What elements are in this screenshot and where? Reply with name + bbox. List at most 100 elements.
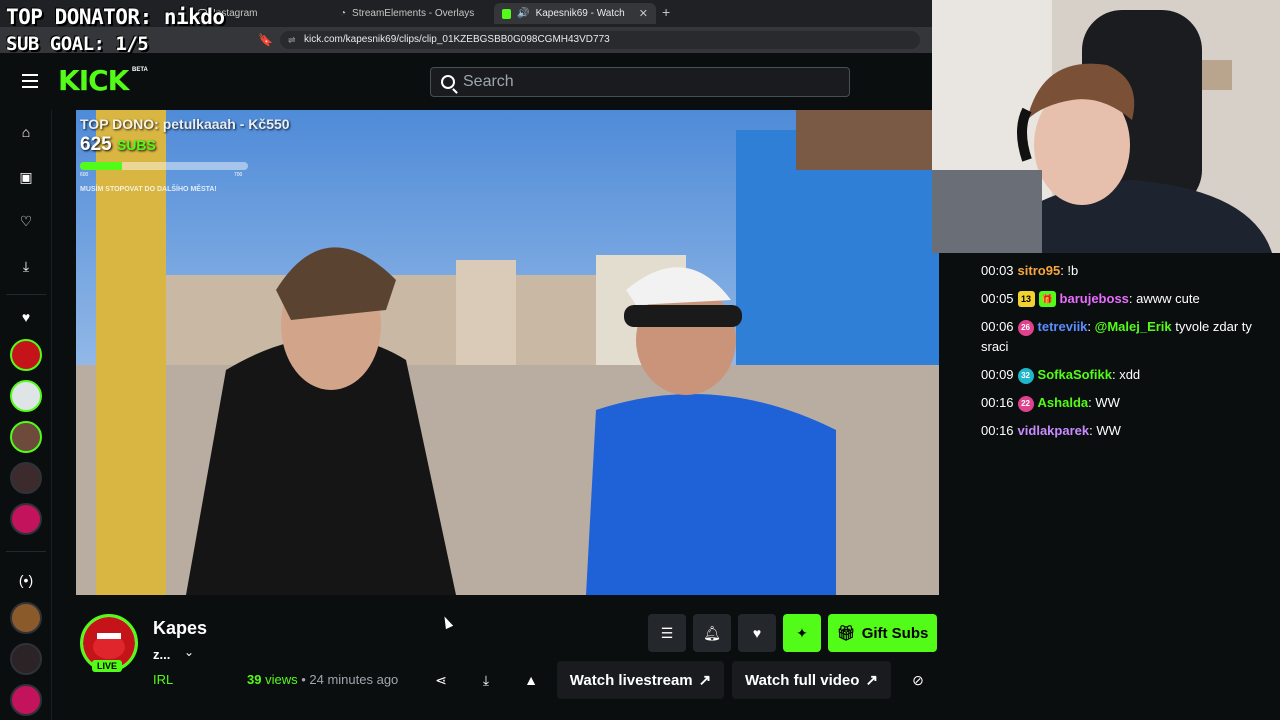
clip-title: z... (153, 647, 171, 662)
heart-icon: ♥ (21, 309, 31, 325)
gift-subs-button[interactable]: 🎁︎ Gift Subs (828, 614, 937, 652)
tab-label: StreamElements - Overlays (352, 8, 475, 19)
progress-min-label: 600 (80, 172, 89, 178)
video-player[interactable]: TOP DONO: petulkaaah - Kč550 625 SUBS 60… (76, 110, 939, 595)
heart-icon: ♥ (752, 625, 762, 641)
chat-text: awww cute (1136, 291, 1200, 306)
chevron-down-icon[interactable]: ⌄ (184, 645, 194, 659)
recommended-channel-avatar[interactable] (10, 602, 42, 634)
live-icon: (•) (18, 572, 34, 588)
followed-channel-avatar[interactable] (10, 503, 42, 535)
recommended-channel-avatar[interactable] (10, 684, 42, 716)
subs-count: 625 (80, 134, 112, 155)
chat-text: !b (1067, 263, 1079, 278)
download-icon[interactable]: ⤓ (474, 668, 498, 692)
chat-timestamp: 00:06 (981, 319, 1014, 334)
clips-icon[interactable]: ⤓ (17, 257, 35, 275)
chat-messages: 00:03 sitro95: !b 00:05 13 🎁 barujeboss: awww… (963, 257, 1280, 445)
channel-name[interactable]: Kapes (153, 618, 207, 639)
kick-header: KICK BETA Search (0, 53, 932, 110)
subs-counter-overlay: 625 SUBS (80, 134, 156, 156)
bookmark-icon[interactable]: 🔖 (258, 33, 273, 47)
top-donator-overlay: TOP DONATOR: nikdo (6, 5, 225, 29)
chat-timestamp: 00:09 (981, 367, 1014, 382)
browse-icon[interactable]: ▣ (17, 168, 35, 186)
progress-max-label: 700 (234, 172, 243, 178)
chat-badge: 32 (1017, 368, 1034, 384)
watch-full-video-button[interactable]: Watch full video ↗ (732, 661, 891, 699)
share-icon[interactable]: ⋖ (429, 668, 453, 692)
recommended-channel-avatar[interactable] (10, 643, 42, 675)
stream-note-overlay: MUSÍM STOPOVAT DO DALŠÍHO MĚSTA! (80, 186, 217, 193)
home-icon[interactable]: ⌂ (17, 123, 35, 141)
search-input[interactable]: Search (430, 67, 850, 97)
tab-kapesnik69[interactable]: 🔊 Kapesnik69 - Watch clips on ✕ (494, 3, 656, 24)
category-link[interactable]: IRL (153, 672, 173, 687)
search-placeholder: Search (463, 73, 514, 90)
chat-message: 00:03 sitro95: !b (981, 263, 1079, 278)
kick-logo[interactable]: KICK (58, 64, 129, 97)
chat-badge: 🎁 (1038, 291, 1056, 307)
chat-username[interactable]: SofkaSofikk (1038, 367, 1112, 382)
chat-username[interactable]: barujeboss (1060, 291, 1129, 306)
chat-panel: 00:03 sitro95: !b 00:05 13 🎁 barujeboss: awww… (963, 253, 1280, 720)
menu-icon[interactable] (22, 74, 38, 88)
list-icon: ☰ (660, 624, 674, 641)
report-icon[interactable]: ▲ (519, 668, 543, 692)
external-link-icon: ↗ (698, 672, 712, 689)
views-label: views (265, 672, 298, 687)
tab-streamelements[interactable]: ◔ StreamElements - Overlays (332, 3, 482, 24)
chat-toggle-button[interactable]: ☰ (648, 614, 686, 652)
chat-badge: 26 (1017, 320, 1034, 336)
sub-goal-overlay: SUB GOAL: 1/5 (6, 33, 149, 55)
chat-username[interactable]: sitro95 (1018, 263, 1061, 278)
followed-channel-avatar[interactable] (10, 339, 42, 371)
chat-text: WW (1095, 395, 1120, 410)
watch-livestream-button[interactable]: Watch livestream ↗ (557, 661, 724, 699)
chat-message: 00:05 13 🎁 barujeboss: awww cute (981, 291, 1200, 307)
gift-icon: 🎁︎ (836, 625, 856, 642)
close-icon[interactable]: ✕ (639, 7, 648, 20)
watch-full-label: Watch full video (744, 671, 860, 689)
mouse-cursor (440, 614, 454, 630)
site-info-icon[interactable]: ⇌ (288, 31, 296, 49)
chat-timestamp: 00:03 (981, 263, 1014, 278)
chat-username[interactable]: Ashalda (1038, 395, 1089, 410)
chat-message: 00:09 32 SofkaSofikk: xdd (981, 367, 1141, 384)
chat-username[interactable]: tetreviik (1038, 319, 1088, 334)
url-text: kick.com/kapesnik69/clips/clip_01KZEBGSB… (304, 34, 610, 45)
external-link-icon: ↗ (865, 672, 879, 689)
sparkle-icon: ✦ (796, 624, 808, 641)
tab-label: Kapesnik69 - Watch clips on (535, 8, 627, 19)
screen: Instagram ◔ StreamElements - Overlays 🔊 … (0, 0, 1280, 720)
followed-channel-avatar[interactable] (10, 421, 42, 453)
streamelements-icon: ◔ (340, 8, 347, 19)
subs-label: SUBS (116, 137, 156, 153)
left-sidebar: ⌂ ▣ ♡ ⤓ ♥ (•) (0, 110, 52, 720)
views-count: 39 (247, 672, 262, 687)
chat-username[interactable]: vidlakparek (1018, 423, 1090, 438)
watch-livestream-label: Watch livestream (569, 671, 693, 689)
boost-button[interactable]: ✦ (783, 614, 821, 652)
followed-channel-avatar[interactable] (10, 380, 42, 412)
notifications-button[interactable]: 🔔︎ (693, 614, 731, 652)
top-dono-overlay: TOP DONO: petulkaaah - Kč550 (80, 116, 290, 132)
gift-subs-label: Gift Subs (861, 624, 929, 642)
hide-icon[interactable]: ⊘ (906, 668, 930, 692)
followed-channel-avatar[interactable] (10, 462, 42, 494)
live-badge: LIVE (92, 660, 123, 672)
speaker-icon: 🔊 (517, 8, 530, 19)
chat-mention[interactable]: @Malej_Erik (1095, 319, 1172, 334)
follow-button[interactable]: ♥ (738, 614, 776, 652)
chat-message: 00:06 26 tetreviik: @Malej_Erik tyvole zda… (981, 319, 1252, 354)
chat-message: 00:16 22 Ashalda: WW (981, 395, 1120, 412)
bell-icon: 🔔︎ (703, 624, 721, 641)
url-field[interactable]: ⇌ kick.com/kapesnik69/clips/clip_01KZEBG… (280, 31, 920, 49)
video-frame (76, 110, 939, 595)
chat-message: 00:16 vidlakparek: WW (981, 423, 1121, 438)
chat-timestamp: 00:05 (981, 291, 1014, 306)
following-icon[interactable]: ♡ (17, 212, 35, 230)
chat-badge: 13 (1017, 291, 1035, 307)
new-tab-icon[interactable]: + (662, 4, 670, 20)
chat-text: xdd (1119, 367, 1141, 382)
